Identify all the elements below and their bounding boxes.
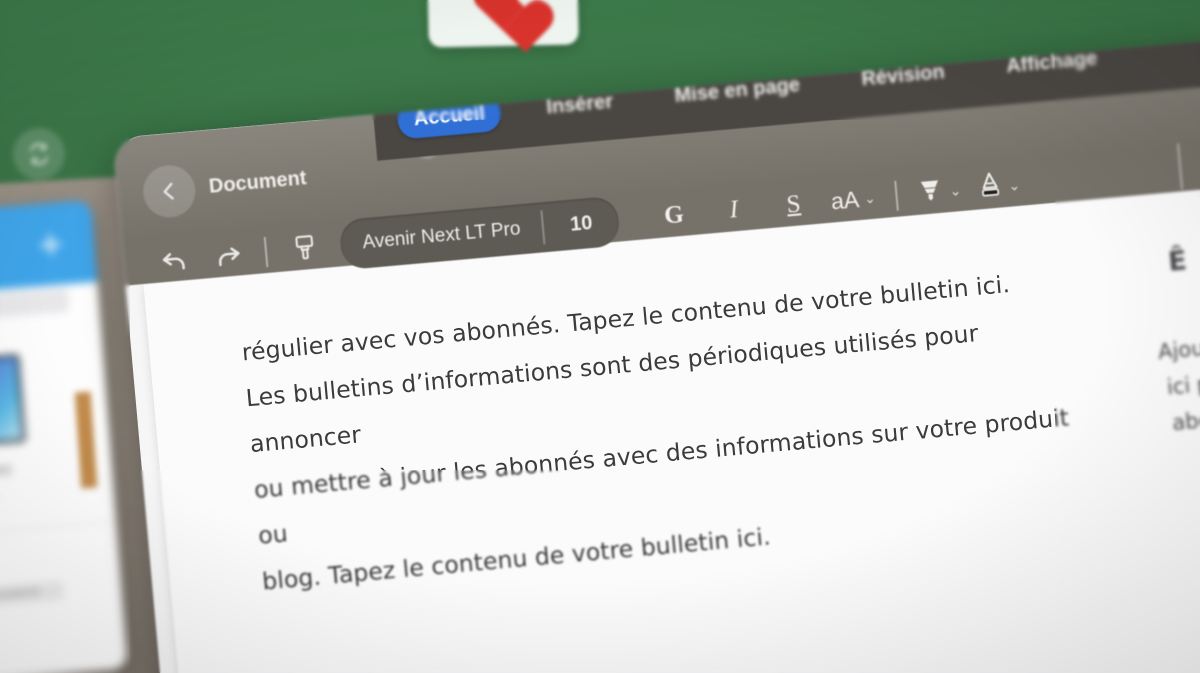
add-icon[interactable]: + — [37, 219, 65, 268]
next-button[interactable]: SUIVANTE — [0, 581, 65, 607]
left-card-header: + — [0, 199, 98, 296]
font-color-icon — [976, 169, 1005, 205]
right-fragment-line: Ajout — [1157, 335, 1200, 365]
device-screen: régulier avec vos abonnés. Tapez le cont… — [112, 38, 1200, 673]
tablet-device: régulier avec vos abonnés. Tapez le cont… — [112, 38, 1200, 673]
heart-card — [427, 0, 579, 48]
right-heading-fragment: Ê — [1166, 245, 1189, 278]
font-size-value[interactable]: 10 — [543, 209, 619, 239]
font-name-value[interactable]: Avenir Next LT Pro — [340, 216, 544, 256]
undo-icon[interactable] — [147, 235, 203, 285]
photo-scene: + Dossiers SUIVANTE Vues est dro ... rég… — [0, 0, 1200, 673]
chevron-down-icon: ⌄ — [863, 189, 877, 207]
text-case-button[interactable]: aA ⌄ — [821, 174, 885, 225]
font-color-button[interactable]: ⌄ — [967, 161, 1031, 212]
divider — [0, 520, 117, 536]
bold-button[interactable]: G — [642, 190, 706, 241]
document-body-text[interactable]: régulier avec vos abonnés. Tapez le cont… — [240, 256, 1091, 605]
format-painter-icon[interactable] — [277, 223, 333, 273]
right-fragment-line: ici p — [1165, 371, 1200, 400]
chevron-down-icon: ⌄ — [1007, 176, 1021, 194]
chevron-down-icon: ⌄ — [948, 181, 962, 199]
redo-icon[interactable] — [199, 230, 255, 280]
underline-button[interactable]: S — [762, 179, 826, 230]
folders-label: Dossiers — [0, 288, 70, 323]
divider — [893, 180, 899, 211]
thumbnail-image — [0, 354, 26, 452]
text-line — [0, 465, 13, 482]
text-case-label: aA — [829, 185, 861, 215]
highlight-button[interactable]: ⌄ — [907, 166, 971, 217]
rotate-icon[interactable] — [13, 128, 65, 180]
divider — [263, 236, 269, 268]
right-fragment-line: abo — [1171, 407, 1200, 436]
heart-icon — [471, 0, 534, 39]
highlighter-icon — [915, 176, 946, 210]
italic-button[interactable]: I — [702, 185, 766, 236]
